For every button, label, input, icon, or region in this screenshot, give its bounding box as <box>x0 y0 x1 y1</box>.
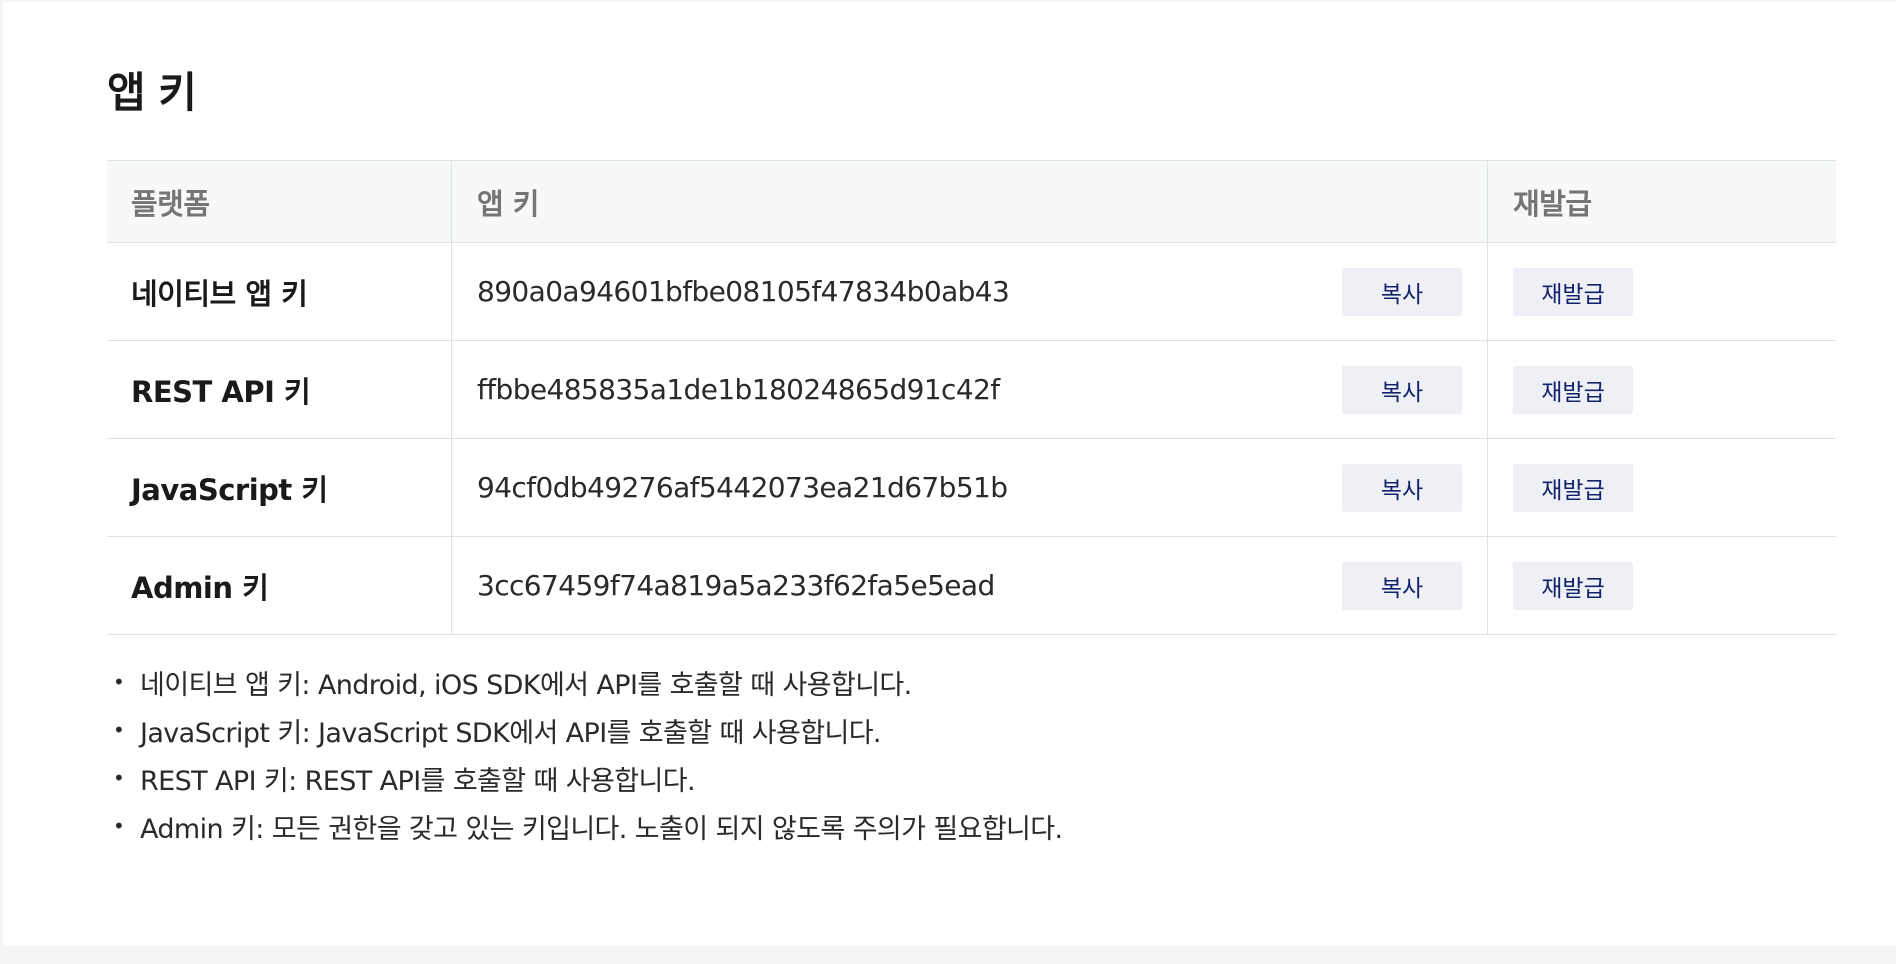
list-item: • JavaScript 키: JavaScript SDK에서 API를 호출… <box>113 706 1063 754</box>
header-app-key: 앱 키 <box>452 161 1488 242</box>
platform-name: REST API 키 <box>131 374 311 409</box>
reissue-button[interactable]: 재발급 <box>1513 365 1633 414</box>
key-value: 3cc67459f74a819a5a233f62fa5e5ead <box>477 569 995 602</box>
copy-button[interactable]: 복사 <box>1342 561 1462 610</box>
copy-button[interactable]: 복사 <box>1342 365 1462 414</box>
table-row: JavaScript 키 94cf0db49276af5442073ea21d6… <box>107 439 1836 537</box>
reissue-cell: 재발급 <box>1488 243 1836 340</box>
header-app-key-label: 앱 키 <box>477 186 539 221</box>
page-title: 앱 키 <box>107 68 197 117</box>
bullet-icon: • <box>113 814 125 838</box>
reissue-button[interactable]: 재발급 <box>1513 561 1633 610</box>
bullet-icon: • <box>113 670 125 694</box>
platform-name: JavaScript 키 <box>131 472 328 507</box>
table-header-row: 플랫폼 앱 키 재발급 <box>107 161 1836 243</box>
table-row: REST API 키 ffbbe485835a1de1b18024865d91c… <box>107 341 1836 439</box>
key-value: 890a0a94601bfbe08105f47834b0ab43 <box>477 275 1010 308</box>
bullet-icon: • <box>113 766 125 790</box>
key-cell: 94cf0db49276af5442073ea21d67b51b 복사 <box>452 439 1488 536</box>
note-text: Admin 키: 모든 권한을 갖고 있는 키입니다. 노출이 되지 않도록 주… <box>140 813 1063 845</box>
key-cell: ffbbe485835a1de1b18024865d91c42f 복사 <box>452 341 1488 438</box>
platform-name: 네이티브 앱 키 <box>131 276 308 311</box>
bullet-icon: • <box>113 718 125 742</box>
note-text: 네이티브 앱 키: Android, iOS SDK에서 API를 호출할 때 … <box>140 669 912 701</box>
app-key-panel: 앱 키 플랫폼 앱 키 재발급 네이티브 앱 키 890a0a94601bfbe… <box>3 2 1896 946</box>
key-usage-notes: • 네이티브 앱 키: Android, iOS SDK에서 API를 호출할 … <box>113 658 1063 850</box>
platform-cell: JavaScript 키 <box>107 439 452 536</box>
app-key-table: 플랫폼 앱 키 재발급 네이티브 앱 키 890a0a94601bfbe0810… <box>107 160 1836 635</box>
reissue-button[interactable]: 재발급 <box>1513 267 1633 316</box>
copy-button[interactable]: 복사 <box>1342 463 1462 512</box>
platform-cell: Admin 키 <box>107 537 452 634</box>
reissue-cell: 재발급 <box>1488 439 1836 536</box>
reissue-cell: 재발급 <box>1488 537 1836 634</box>
list-item: • Admin 키: 모든 권한을 갖고 있는 키입니다. 노출이 되지 않도록… <box>113 802 1063 850</box>
list-item: • 네이티브 앱 키: Android, iOS SDK에서 API를 호출할 … <box>113 658 1063 706</box>
list-item: • REST API 키: REST API를 호출할 때 사용합니다. <box>113 754 1063 802</box>
reissue-button[interactable]: 재발급 <box>1513 463 1633 512</box>
platform-cell: REST API 키 <box>107 341 452 438</box>
header-reissue-label: 재발급 <box>1513 186 1592 221</box>
key-value: 94cf0db49276af5442073ea21d67b51b <box>477 471 1008 504</box>
platform-name: Admin 키 <box>131 570 269 605</box>
platform-cell: 네이티브 앱 키 <box>107 243 452 340</box>
note-text: REST API 키: REST API를 호출할 때 사용합니다. <box>140 765 696 797</box>
header-platform: 플랫폼 <box>107 161 452 242</box>
key-value: ffbbe485835a1de1b18024865d91c42f <box>477 373 1000 406</box>
key-cell: 890a0a94601bfbe08105f47834b0ab43 복사 <box>452 243 1488 340</box>
key-cell: 3cc67459f74a819a5a233f62fa5e5ead 복사 <box>452 537 1488 634</box>
copy-button[interactable]: 복사 <box>1342 267 1462 316</box>
header-reissue: 재발급 <box>1488 161 1836 242</box>
table-row: 네이티브 앱 키 890a0a94601bfbe08105f47834b0ab4… <box>107 243 1836 341</box>
reissue-cell: 재발급 <box>1488 341 1836 438</box>
header-platform-label: 플랫폼 <box>131 186 210 221</box>
note-text: JavaScript 키: JavaScript SDK에서 API를 호출할 … <box>140 717 882 749</box>
table-row: Admin 키 3cc67459f74a819a5a233f62fa5e5ead… <box>107 537 1836 635</box>
